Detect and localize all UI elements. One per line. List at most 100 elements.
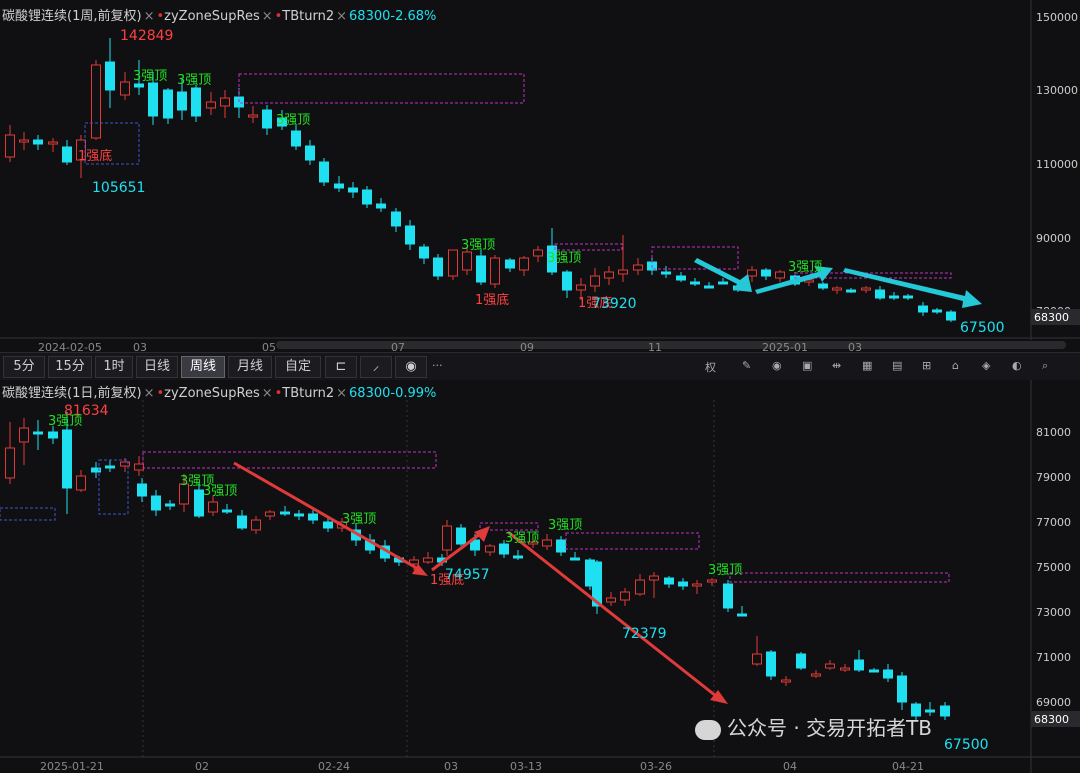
weekly-last-label: 67500 — [960, 320, 1005, 336]
candle-body — [723, 583, 733, 609]
watermark-text: 公众号 · 交易开拓者TB — [727, 716, 933, 740]
candle-body — [248, 114, 258, 118]
candle-body — [861, 287, 871, 291]
toolbar-icon[interactable]: ◈ — [982, 359, 990, 372]
toolbar-icon[interactable]: ◉ — [772, 359, 782, 372]
candle-body — [875, 289, 885, 299]
y-tick: 110000 — [1036, 158, 1078, 171]
candle-body — [105, 465, 115, 469]
weekly-low-label: 105651 — [92, 180, 145, 196]
candle-body — [918, 305, 928, 313]
toolbar-icon[interactable]: ⌂ — [952, 359, 959, 372]
toolbar-icon[interactable]: ▤ — [892, 359, 902, 372]
candle-body — [456, 527, 466, 545]
candle-body — [163, 89, 173, 119]
y-tick: 77000 — [1036, 516, 1071, 529]
period-daily-button[interactable]: 日线 — [136, 356, 178, 378]
candle-body — [832, 287, 842, 291]
period-monthly-button[interactable]: 月线 — [228, 356, 272, 378]
resistance-zone — [565, 532, 700, 550]
resistance-zone — [729, 572, 950, 583]
candle-body — [661, 271, 671, 275]
signal-label: 3强顶 — [505, 531, 539, 546]
candle-body — [265, 511, 275, 517]
toolbar-icon[interactable]: ✎ — [742, 359, 751, 372]
y-tick: 75000 — [1036, 561, 1071, 574]
candle-body — [376, 203, 386, 209]
draw-tool-icon[interactable]: ⸝ — [360, 356, 392, 378]
candle-body — [19, 139, 29, 143]
candle-body — [692, 583, 702, 587]
toolbar-icon[interactable]: ▦ — [862, 359, 872, 372]
period-15min-button[interactable]: 15分 — [48, 356, 92, 378]
candle-body — [490, 257, 500, 285]
support-zone — [0, 507, 56, 521]
candle-body — [423, 557, 433, 563]
candle-body — [91, 64, 101, 139]
price-tag-text: 68300 — [1034, 713, 1069, 726]
candle-body — [476, 255, 486, 283]
candle-body — [606, 597, 616, 603]
period-weekly-button[interactable]: 周线 — [181, 356, 225, 378]
weekly-low2-label: 73920 — [592, 296, 637, 312]
candle-body — [208, 501, 218, 513]
candle-body — [191, 87, 201, 117]
candle-body — [105, 61, 115, 91]
y-tick: 130000 — [1036, 84, 1078, 97]
y-tick: 81000 — [1036, 426, 1071, 439]
signal-label: 3强顶 — [788, 260, 822, 275]
candle-body — [678, 581, 688, 587]
period-toolbar: 5分 15分 1时 日线 周线 月线 自定 ⊏ ⸝ ◉ ··· 权 ✎ ◉ ▣ … — [0, 352, 1080, 382]
candle-body — [220, 97, 230, 107]
toolbar-icon[interactable]: 权 — [705, 359, 716, 375]
candle-body — [291, 130, 301, 147]
candle-body — [854, 659, 864, 671]
candle-body — [419, 246, 429, 259]
signal-label: 3强顶 — [708, 563, 742, 578]
candle-body — [940, 705, 950, 717]
chart-type-icon[interactable]: ⊏ — [325, 356, 357, 378]
toolbar-icon[interactable]: ⊞ — [922, 359, 931, 372]
y-tick: 73000 — [1036, 606, 1071, 619]
daily-last-label: 67500 — [944, 737, 989, 753]
toolbar-icon[interactable]: ⌕ — [1042, 359, 1048, 373]
x-tick: 04-21 — [892, 760, 924, 773]
x-tick: 04 — [783, 760, 797, 773]
candle-body — [761, 269, 771, 277]
weekly-candlestick-chart[interactable]: 142849 105651 3强顶 3强顶 3强顶 3强顶 3强顶 3强顶 1强… — [0, 0, 1080, 340]
daily-candles — [5, 412, 950, 720]
candle-body — [462, 251, 472, 271]
candle-body — [704, 285, 714, 289]
period-custom-button[interactable]: 自定 — [275, 356, 321, 378]
signal-label: 1强底 — [475, 292, 509, 308]
period-1h-button[interactable]: 1时 — [95, 356, 133, 378]
candle-body — [766, 651, 776, 677]
x-tick: 02 — [195, 760, 209, 773]
y-tick: 150000 — [1036, 11, 1078, 24]
more-icon[interactable]: ··· — [432, 359, 443, 372]
x-tick: 03-13 — [510, 760, 542, 773]
period-5min-button[interactable]: 5分 — [3, 356, 45, 378]
candle-body — [405, 225, 415, 245]
candle-body — [251, 519, 261, 531]
weekly-chart-pane[interactable]: 碳酸锂连续(1周,前复权) × •zyZoneSupRes × •TBturn2 × 683… — [0, 0, 1080, 354]
candle-body — [752, 653, 762, 665]
candle-body — [120, 81, 130, 96]
resistance-zone — [142, 451, 437, 469]
toolbar-icon[interactable]: ▣ — [802, 359, 812, 372]
candle-body — [151, 495, 161, 511]
candle-body — [707, 579, 717, 583]
candle-body — [676, 275, 686, 281]
candle-body — [134, 463, 144, 471]
candle-body — [76, 475, 86, 491]
resistance-zone — [651, 246, 739, 270]
signal-label: 3强顶 — [133, 69, 167, 84]
candle-body — [222, 509, 232, 513]
candle-body — [323, 521, 333, 529]
toolbar-icon[interactable]: ⇹ — [832, 359, 841, 372]
candle-body — [280, 511, 290, 515]
candle-body — [262, 109, 272, 129]
toolbar-icon[interactable]: ◐ — [1012, 359, 1022, 372]
eye-icon[interactable]: ◉ — [395, 356, 427, 378]
resistance-zone — [554, 243, 623, 251]
